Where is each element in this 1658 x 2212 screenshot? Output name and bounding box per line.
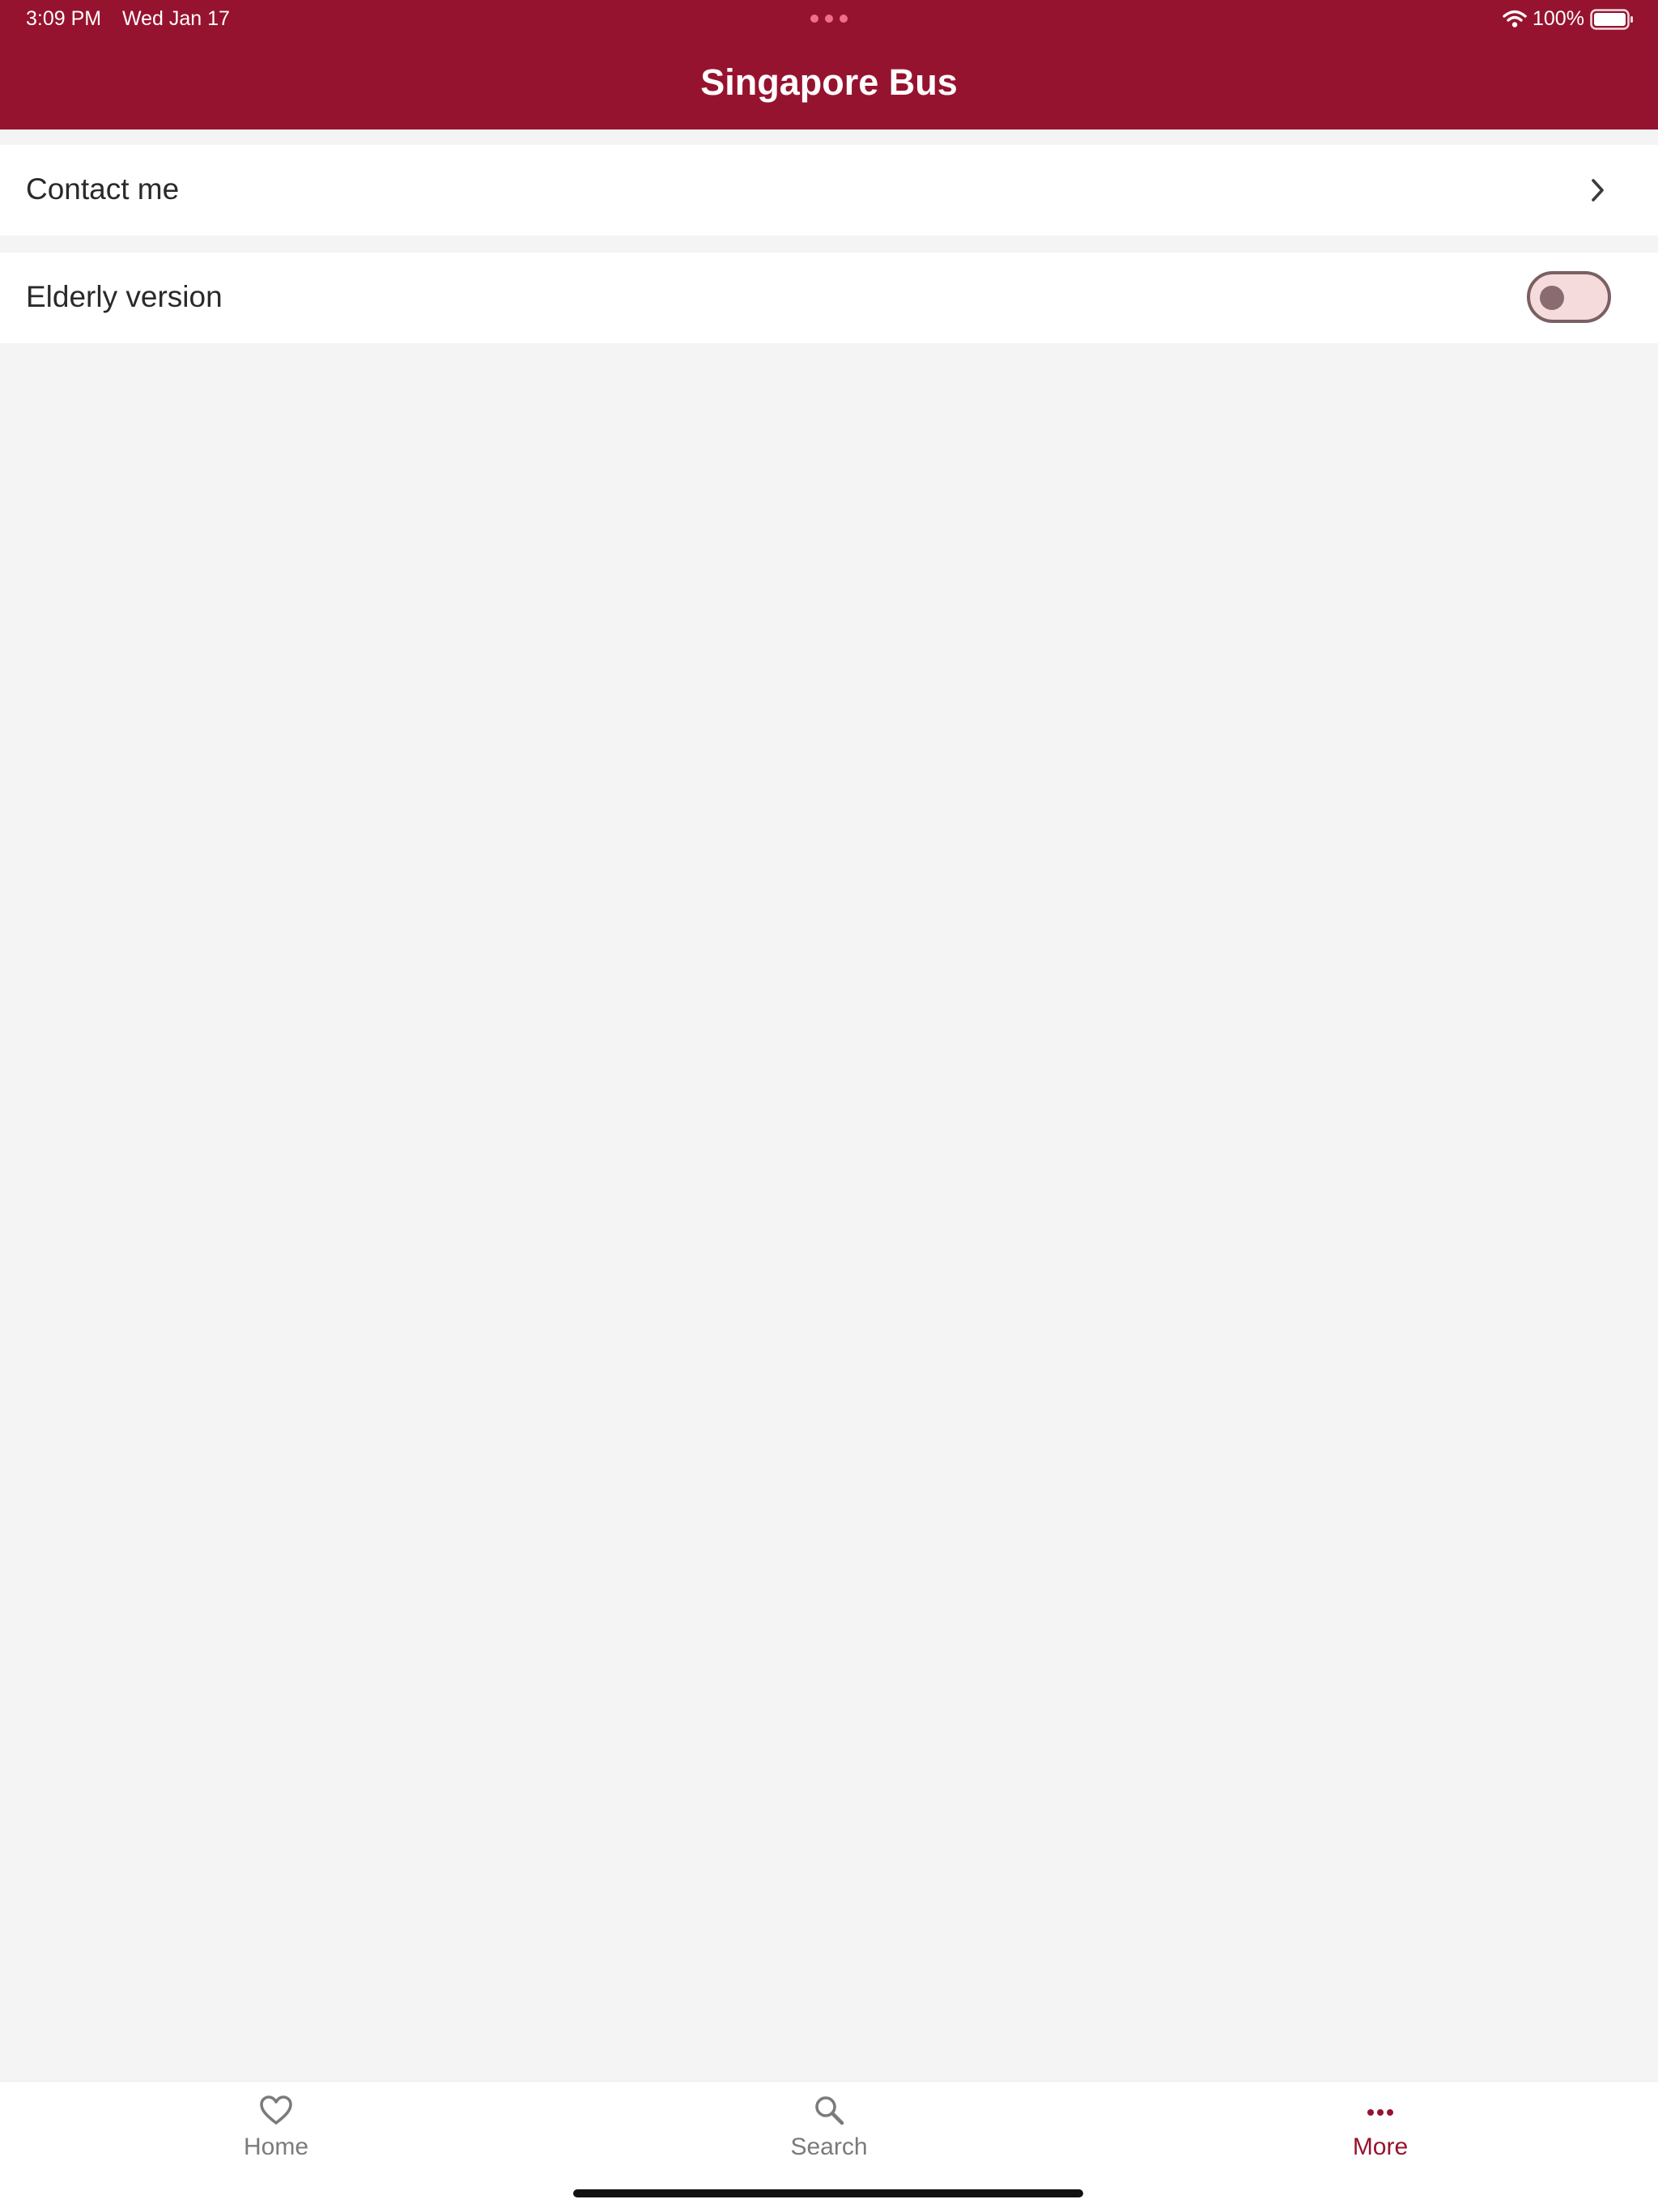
battery-percent: 100% bbox=[1533, 7, 1584, 30]
elderly-version-toggle[interactable] bbox=[1527, 271, 1611, 323]
tab-more[interactable]: More bbox=[1259, 2082, 1502, 2171]
status-bar: 3:09 PM Wed Jan 17 100% bbox=[0, 0, 1658, 39]
contact-me-label: Contact me bbox=[26, 172, 180, 206]
chevron-right-icon bbox=[1592, 179, 1604, 202]
elderly-version-label: Elderly version bbox=[26, 280, 223, 313]
elderly-version-row: Elderly version bbox=[0, 253, 1658, 343]
status-date: Wed Jan 17 bbox=[122, 7, 230, 30]
more-icon bbox=[1367, 2109, 1393, 2116]
tab-search[interactable]: Search bbox=[708, 2082, 950, 2171]
tab-search-label: Search bbox=[790, 2133, 868, 2160]
status-time: 3:09 PM bbox=[26, 7, 102, 30]
nav-bar: Singapore Bus bbox=[0, 39, 1658, 129]
search-icon bbox=[815, 2096, 844, 2125]
contact-me-row[interactable]: Contact me bbox=[0, 145, 1658, 236]
tab-home[interactable]: Home bbox=[155, 2082, 397, 2171]
multitasking-dots-icon[interactable] bbox=[810, 15, 848, 24]
page-title: Singapore Bus bbox=[700, 62, 958, 103]
app-header: 3:09 PM Wed Jan 17 100% Singapore Bus bbox=[0, 0, 1658, 129]
heart-icon bbox=[260, 2095, 292, 2125]
home-indicator[interactable] bbox=[573, 2189, 1083, 2197]
tab-more-label: More bbox=[1352, 2133, 1409, 2160]
wifi-icon bbox=[1503, 10, 1527, 28]
tab-home-label: Home bbox=[243, 2133, 309, 2160]
toggle-knob bbox=[1540, 286, 1564, 310]
battery-icon bbox=[1590, 9, 1633, 30]
